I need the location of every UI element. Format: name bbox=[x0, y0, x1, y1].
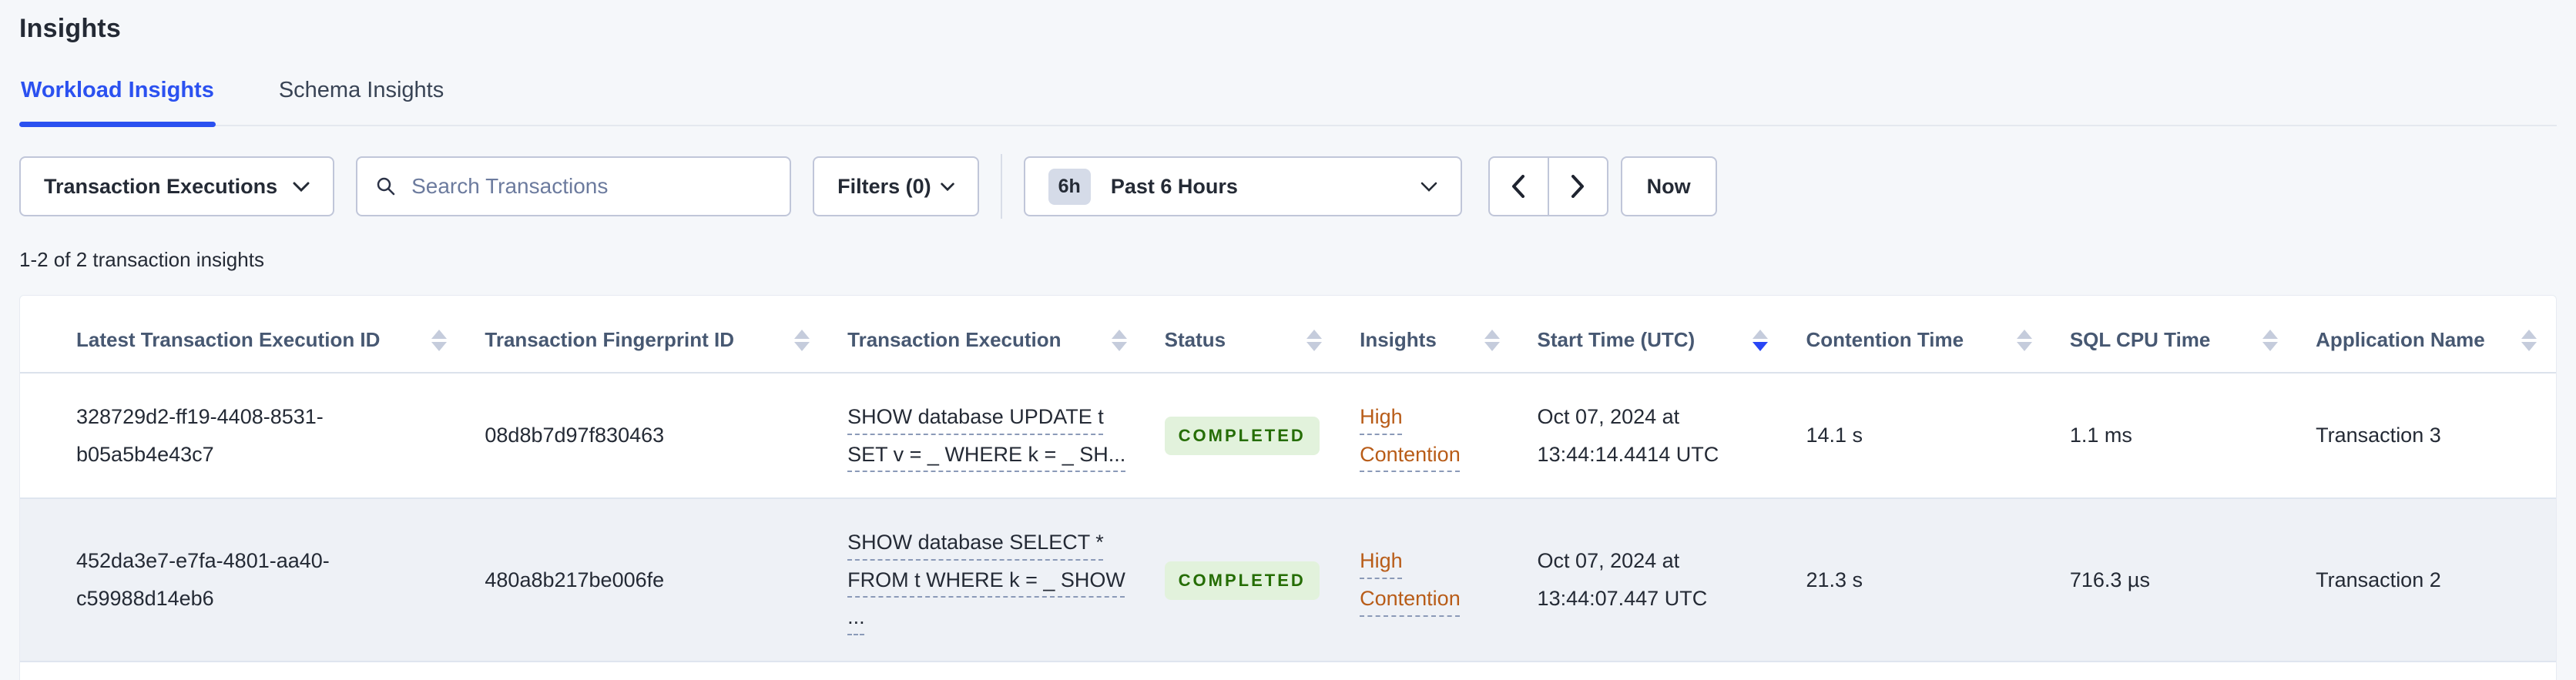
cell-start-time: Oct 07, 2024 at 13:44:14.4414 UTC bbox=[1518, 373, 1788, 500]
sort-arrows-icon[interactable] bbox=[2016, 329, 2033, 352]
cell-insights: High Contention bbox=[1341, 498, 1519, 662]
time-next-button[interactable] bbox=[1548, 156, 1608, 216]
search-box bbox=[356, 156, 792, 216]
cell-contention-time: 21.3 s bbox=[1787, 498, 2051, 662]
col-header-start-time[interactable]: Start Time (UTC) bbox=[1518, 296, 1788, 373]
sort-arrows-icon[interactable] bbox=[793, 329, 810, 352]
sort-arrows-icon[interactable] bbox=[2262, 329, 2279, 352]
sort-arrows-icon[interactable] bbox=[1306, 329, 1323, 352]
search-input[interactable] bbox=[410, 173, 772, 199]
cell-execution-id: 328729d2-ff19-4408-8531-b05a5b4e43c7 bbox=[20, 373, 467, 500]
toolbar-divider bbox=[1000, 154, 1002, 219]
sort-arrows-icon[interactable] bbox=[2521, 329, 2537, 352]
cell-start-time: Oct 07, 2024 at 13:44:07.447 UTC bbox=[1518, 498, 1788, 662]
col-header-contention-time[interactable]: Contention Time bbox=[1787, 296, 2051, 373]
col-header-transaction-fingerprint-id[interactable]: Transaction Fingerprint ID bbox=[466, 296, 830, 373]
filters-button[interactable]: Filters (0) bbox=[813, 156, 979, 216]
cell-fingerprint-id: 08d8b7d97f830463 bbox=[466, 373, 830, 500]
chevron-down-icon bbox=[293, 182, 310, 192]
tab-bar: Workload Insights Schema Insights bbox=[19, 78, 2557, 127]
sort-arrows-icon[interactable] bbox=[431, 329, 448, 352]
table-header-row: Latest Transaction Execution ID Transact… bbox=[20, 296, 2556, 373]
time-range-badge: 6h bbox=[1048, 168, 1091, 205]
col-header-transaction-execution[interactable]: Transaction Execution bbox=[829, 296, 1146, 373]
filters-button-label: Filters (0) bbox=[837, 174, 931, 198]
time-range-pager bbox=[1488, 156, 1608, 216]
col-header-latest-transaction-execution-id[interactable]: Latest Transaction Execution ID bbox=[20, 296, 467, 373]
time-range-label: Past 6 Hours bbox=[1110, 174, 1238, 198]
results-count: 1-2 of 2 transaction insights bbox=[19, 248, 264, 271]
time-range-dropdown[interactable]: 6h Past 6 Hours bbox=[1023, 156, 1462, 216]
cell-execution-id: 452da3e7-e7fa-4801-aa40-c59988d14eb6 bbox=[20, 498, 467, 662]
status-badge: COMPLETED bbox=[1164, 417, 1320, 456]
transaction-execution-link[interactable]: SHOW database SELECT * FROM t WHERE k = … bbox=[847, 531, 1125, 628]
insights-table: Latest Transaction Execution ID Transact… bbox=[20, 296, 2556, 662]
time-prev-button[interactable] bbox=[1488, 156, 1548, 216]
transaction-execution-link[interactable]: SHOW database UPDATE t SET v = _ WHERE k… bbox=[847, 405, 1125, 466]
insight-link[interactable]: High Contention bbox=[1360, 405, 1461, 466]
cell-status: COMPLETED bbox=[1145, 373, 1342, 500]
page-title: Insights bbox=[19, 14, 121, 43]
cell-contention-time: 14.1 s bbox=[1787, 373, 2051, 500]
cell-status: COMPLETED bbox=[1145, 498, 1342, 662]
col-header-application-name[interactable]: Application Name bbox=[2297, 296, 2556, 373]
chevron-down-icon bbox=[940, 182, 954, 191]
tab-schema-insights[interactable]: Schema Insights bbox=[277, 78, 445, 125]
table-row: 328729d2-ff19-4408-8531-b05a5b4e43c7 08d… bbox=[20, 373, 2556, 500]
now-button[interactable]: Now bbox=[1620, 156, 1717, 216]
insight-link[interactable]: High Contention bbox=[1360, 549, 1461, 610]
report-type-dropdown-label: Transaction Executions bbox=[44, 174, 278, 198]
insights-table-card: Latest Transaction Execution ID Transact… bbox=[19, 295, 2557, 680]
insights-page: Insights Workload Insights Schema Insigh… bbox=[0, 14, 2576, 680]
chevron-down-icon bbox=[1420, 182, 1437, 192]
cell-insights: High Contention bbox=[1341, 373, 1519, 500]
chevron-left-icon bbox=[1512, 175, 1525, 198]
sort-arrows-icon[interactable] bbox=[1111, 329, 1128, 352]
cell-application-name: Transaction 3 bbox=[2297, 373, 2556, 500]
sort-arrows-icon[interactable] bbox=[1484, 329, 1501, 352]
cell-transaction-execution: SHOW database SELECT * FROM t WHERE k = … bbox=[829, 498, 1146, 662]
cell-transaction-execution: SHOW database UPDATE t SET v = _ WHERE k… bbox=[829, 373, 1146, 500]
search-icon bbox=[377, 177, 395, 196]
cell-sql-cpu-time: 716.3 µs bbox=[2051, 498, 2298, 662]
table-row: 452da3e7-e7fa-4801-aa40-c59988d14eb6 480… bbox=[20, 498, 2556, 662]
sort-arrows-icon[interactable] bbox=[1752, 329, 1769, 352]
toolbar: Transaction Executions Filters (0) 6h Pa… bbox=[19, 154, 2557, 219]
col-header-status[interactable]: Status bbox=[1145, 296, 1342, 373]
report-type-dropdown[interactable]: Transaction Executions bbox=[19, 156, 335, 216]
table-body: 328729d2-ff19-4408-8531-b05a5b4e43c7 08d… bbox=[20, 373, 2556, 662]
cell-sql-cpu-time: 1.1 ms bbox=[2051, 373, 2298, 500]
cell-fingerprint-id: 480a8b217be006fe bbox=[466, 498, 830, 662]
tab-workload-insights[interactable]: Workload Insights bbox=[19, 78, 216, 127]
col-header-sql-cpu-time[interactable]: SQL CPU Time bbox=[2051, 296, 2298, 373]
col-header-insights[interactable]: Insights bbox=[1341, 296, 1519, 373]
chevron-right-icon bbox=[1571, 175, 1585, 198]
status-badge: COMPLETED bbox=[1164, 561, 1320, 600]
cell-application-name: Transaction 2 bbox=[2297, 498, 2556, 662]
